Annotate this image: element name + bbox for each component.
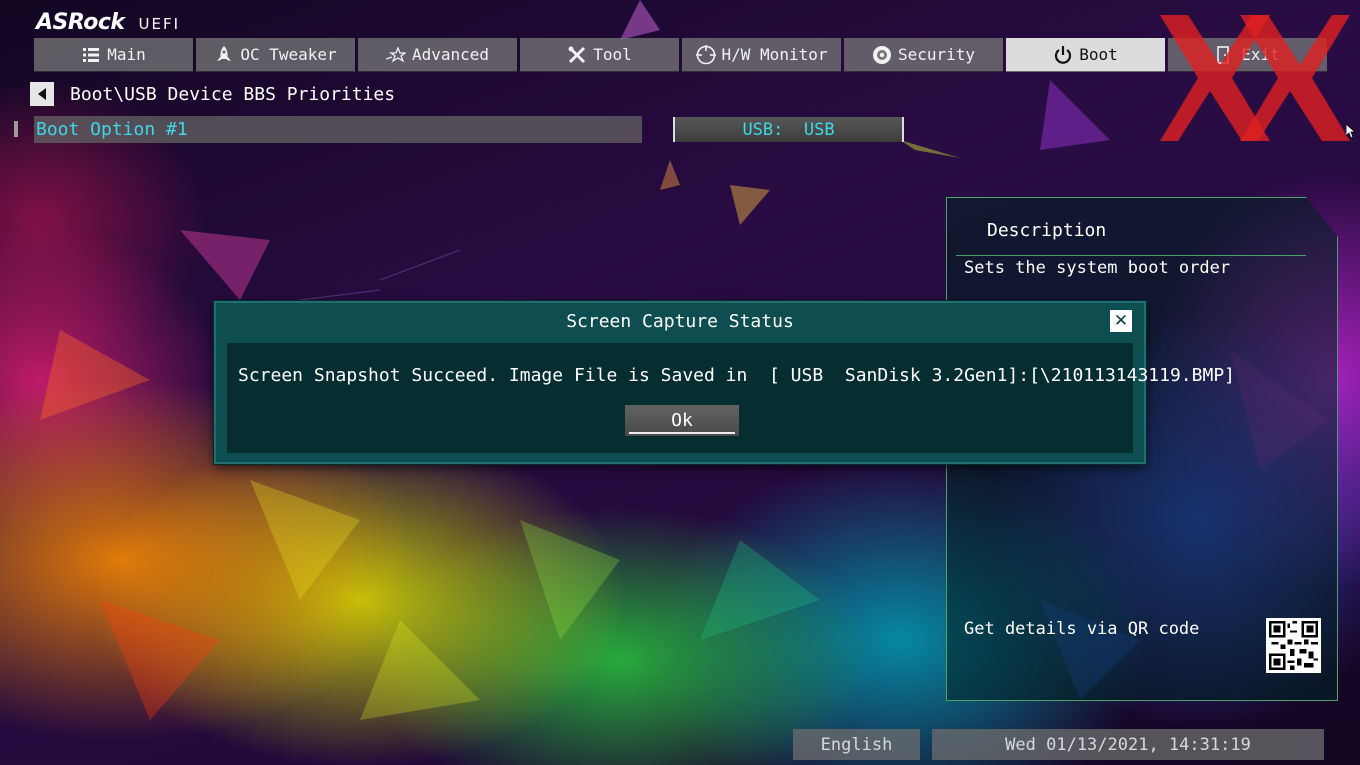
datetime-display: Wed 01/13/2021, 14:31:19: [932, 729, 1324, 760]
tab-boot[interactable]: Boot: [1006, 38, 1165, 72]
focus-underline: [629, 432, 735, 434]
shield-icon: [872, 45, 892, 65]
uefi-label: UEFI: [138, 15, 181, 33]
dialog-title: Screen Capture Status: [566, 311, 794, 332]
tab-label: Tool: [593, 45, 632, 64]
back-button[interactable]: [30, 82, 54, 106]
breadcrumb: Boot\USB Device BBS Priorities: [70, 83, 396, 105]
boot-option-value[interactable]: USB: USB: [673, 117, 904, 142]
selection-marker: [14, 121, 18, 137]
watermark-logo: [1160, 15, 1350, 141]
rocket-icon: [214, 45, 234, 65]
monitor-icon: [695, 44, 716, 65]
tab-oc-tweaker[interactable]: OC Tweaker: [196, 38, 355, 72]
power-icon: [1053, 45, 1073, 65]
main-tab-bar: Main OC Tweaker Advanced Tool H/W Monito…: [34, 38, 1327, 72]
description-divider: [956, 255, 1306, 256]
tab-label: H/W Monitor: [721, 45, 828, 64]
tab-label: Boot: [1079, 45, 1118, 64]
brand-name: ASRock: [36, 10, 125, 35]
tools-icon: [567, 45, 587, 65]
tab-label: Security: [897, 45, 976, 64]
tab-label: OC Tweaker: [240, 45, 337, 64]
close-icon: ✕: [1113, 311, 1129, 331]
boot-option-label: Boot Option #1: [36, 119, 188, 140]
breadcrumb-row: Boot\USB Device BBS Priorities: [30, 82, 395, 106]
tab-label: Advanced: [411, 45, 490, 64]
dialog-body: Screen Snapshot Succeed. Image File is S…: [227, 343, 1235, 453]
close-button[interactable]: ✕: [1110, 310, 1132, 332]
tab-label: Main: [107, 45, 146, 64]
list-icon: [81, 45, 101, 65]
description-text: Sets the system boot order: [964, 258, 1231, 278]
qr-caption: Get details via QR code: [964, 619, 1200, 639]
tab-tool[interactable]: Tool: [520, 38, 679, 72]
tab-main[interactable]: Main: [34, 38, 193, 72]
mouse-cursor-icon: [1346, 124, 1356, 139]
star-icon: [385, 45, 406, 65]
ok-button[interactable]: Ok: [625, 405, 739, 436]
qr-code-image: [1266, 618, 1321, 673]
tab-hw-monitor[interactable]: H/W Monitor: [682, 38, 841, 72]
description-title: Description: [987, 220, 1107, 241]
dialog-message: Screen Snapshot Succeed. Image File is S…: [238, 365, 1235, 386]
tab-advanced[interactable]: Advanced: [358, 38, 517, 72]
screen-capture-dialog: Screen Capture Status ✕ Screen Snapshot …: [214, 301, 1235, 464]
ok-label: Ok: [671, 410, 693, 431]
language-selector[interactable]: English: [793, 729, 920, 760]
tab-security[interactable]: Security: [844, 38, 1003, 72]
asrock-logo: ASRock UEFI: [36, 10, 180, 36]
back-arrow-icon: [38, 88, 46, 100]
